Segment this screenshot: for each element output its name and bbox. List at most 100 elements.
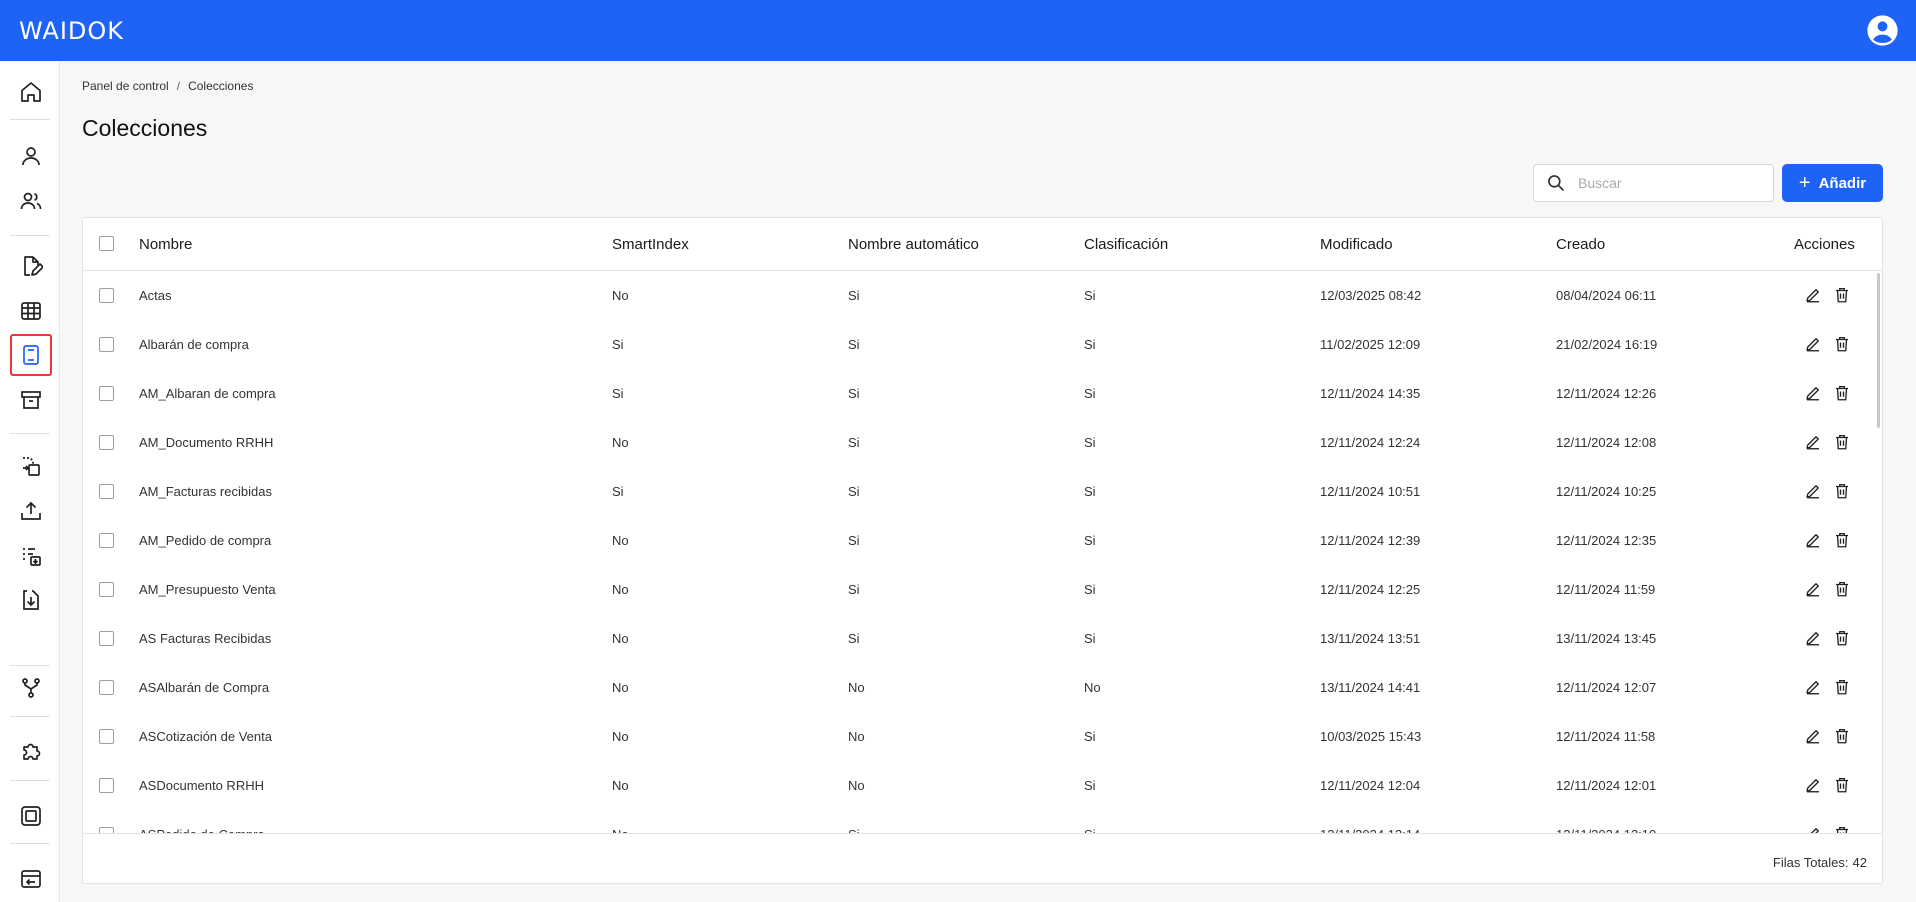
- delete-icon[interactable]: [1833, 433, 1851, 451]
- sidebar-item-collections[interactable]: [10, 334, 52, 376]
- edit-icon[interactable]: [1804, 580, 1822, 598]
- edit-icon[interactable]: [1804, 384, 1822, 402]
- sidebar-item-documents[interactable]: [10, 245, 52, 287]
- table-row[interactable]: AM_Pedido de compra No Si Si 12/11/2024 12:3…: [83, 516, 1882, 565]
- cell-modificado: 12/11/2024 12:04: [1320, 778, 1421, 793]
- edit-icon[interactable]: [1804, 286, 1822, 304]
- app-logo[interactable]: WAIDOK: [19, 17, 124, 45]
- edit-icon[interactable]: [1804, 727, 1822, 745]
- sidebar-item-workflow[interactable]: [10, 667, 52, 709]
- logout-panel-icon: [21, 870, 41, 888]
- edit-icon[interactable]: [1804, 531, 1822, 549]
- sidebar-item-home[interactable]: [10, 71, 52, 113]
- top-bar: WAIDOK: [0, 0, 1916, 61]
- cell-clasificacion: Si: [1084, 778, 1096, 793]
- edit-icon[interactable]: [1804, 433, 1822, 451]
- sidebar-item-exit-panel[interactable]: [10, 858, 52, 900]
- search-icon: [1548, 175, 1565, 192]
- row-checkbox[interactable]: [99, 484, 114, 499]
- total-rows-label: Filas Totales:: [1772, 855, 1849, 870]
- delete-icon[interactable]: [1833, 286, 1851, 304]
- home-icon: [21, 82, 41, 102]
- table-row[interactable]: ASDocumento RRHH No No Si 12/11/2024 12:04 12…: [83, 761, 1882, 810]
- table-row[interactable]: ASCotización de Venta No No Si 10/03/2025 15…: [83, 712, 1882, 761]
- cell-nombre: Albarán de compra: [139, 337, 249, 352]
- cell-nombre-auto: Si: [848, 435, 860, 450]
- row-checkbox[interactable]: [99, 582, 114, 597]
- sidebar-item-users[interactable]: [10, 180, 52, 222]
- column-header-creado[interactable]: Creado: [1556, 236, 1605, 253]
- delete-icon[interactable]: [1833, 825, 1851, 833]
- table-row[interactable]: Albarán de compra Si Si Si 11/02/2025 12:09 2…: [83, 320, 1882, 369]
- cell-clasificacion: Si: [1084, 337, 1096, 352]
- edit-icon[interactable]: [1804, 776, 1822, 794]
- cell-creado: 21/02/2024 16:19: [1556, 337, 1658, 352]
- edit-icon[interactable]: [1804, 629, 1822, 647]
- sidebar-item-download[interactable]: [10, 579, 52, 621]
- delete-icon[interactable]: [1833, 629, 1851, 647]
- cell-clasificacion: Si: [1084, 386, 1096, 401]
- sidebar-item-plugins[interactable]: [10, 730, 52, 772]
- collection-book-icon: [23, 345, 39, 365]
- delete-icon[interactable]: [1833, 580, 1851, 598]
- edit-icon[interactable]: [1804, 335, 1822, 353]
- edit-icon[interactable]: [1804, 825, 1822, 833]
- edit-icon[interactable]: [1804, 482, 1822, 500]
- sidebar: [0, 61, 60, 902]
- table-row[interactable]: AM_Documento RRHH No Si Si 12/11/2024 12:24 1…: [83, 418, 1882, 467]
- search-box[interactable]: [1533, 164, 1774, 202]
- sidebar-item-user[interactable]: [10, 135, 52, 177]
- delete-icon[interactable]: [1833, 531, 1851, 549]
- table-row[interactable]: Actas No Si Si 12/03/2025 08:42 08/04/2024 06…: [83, 271, 1882, 320]
- delete-icon[interactable]: [1833, 727, 1851, 745]
- sidebar-item-upload[interactable]: [10, 490, 52, 532]
- row-checkbox[interactable]: [99, 680, 114, 695]
- cell-clasificacion: Si: [1084, 435, 1096, 450]
- row-checkbox[interactable]: [99, 533, 114, 548]
- cell-modificado: 11/02/2025 12:09: [1320, 337, 1421, 352]
- row-checkbox[interactable]: [99, 631, 114, 646]
- table-row[interactable]: AS Facturas Recibidas No Si Si 13/11/2024 13…: [83, 614, 1882, 663]
- table-scrollbar[interactable]: [1877, 273, 1880, 428]
- table-row[interactable]: AM_Albaran de compra Si Si Si 12/11/2024 14:…: [83, 369, 1882, 418]
- table-row[interactable]: AM_Facturas recibidas Si Si Si 12/11/2024 10…: [83, 467, 1882, 516]
- delete-icon[interactable]: [1833, 678, 1851, 696]
- delete-icon[interactable]: [1833, 776, 1851, 794]
- table-icon: [21, 302, 41, 320]
- sidebar-item-gallery[interactable]: [10, 795, 52, 837]
- cell-modificado: 12/11/2024 10:51: [1320, 484, 1421, 499]
- row-checkbox[interactable]: [99, 288, 114, 303]
- column-header-nombre-automatico[interactable]: Nombre automático: [848, 236, 979, 253]
- column-header-modificado[interactable]: Modificado: [1320, 236, 1393, 253]
- row-checkbox[interactable]: [99, 435, 114, 450]
- cell-nombre: AM_Pedido de compra: [139, 533, 272, 548]
- cell-nombre-auto: Si: [848, 533, 860, 548]
- breadcrumb-home-link[interactable]: Panel de control: [82, 79, 169, 93]
- sidebar-item-archive[interactable]: [10, 379, 52, 421]
- row-checkbox[interactable]: [99, 337, 114, 352]
- sidebar-item-tables[interactable]: [10, 290, 52, 332]
- delete-icon[interactable]: [1833, 482, 1851, 500]
- delete-icon[interactable]: [1833, 384, 1851, 402]
- cell-smartindex: Si: [612, 337, 624, 352]
- select-all-checkbox[interactable]: [99, 236, 114, 251]
- add-button[interactable]: + Añadir: [1782, 164, 1883, 202]
- table-row[interactable]: ASAlbarán de Compra No No No 13/11/2024 14:4…: [83, 663, 1882, 712]
- table-row[interactable]: ASPedido de CompraNoSiSi12/11/2024 12:14…: [83, 810, 1882, 833]
- search-input[interactable]: [1578, 175, 1758, 191]
- column-header-clasificacion[interactable]: Clasificación: [1084, 236, 1168, 253]
- column-header-nombre[interactable]: Nombre: [139, 236, 192, 253]
- delete-icon[interactable]: [1833, 335, 1851, 353]
- sidebar-item-list-export[interactable]: [10, 535, 52, 577]
- sidebar-item-transfer[interactable]: [10, 445, 52, 487]
- table-row[interactable]: AM_Presupuesto Venta No Si Si 12/11/2024 12:…: [83, 565, 1882, 614]
- workflow-icon: [22, 678, 40, 698]
- row-checkbox[interactable]: [99, 778, 114, 793]
- total-rows-value: 42: [1852, 855, 1867, 870]
- cell-nombre: AM_Documento RRHH: [139, 435, 274, 450]
- account-icon[interactable]: [1866, 14, 1899, 47]
- row-checkbox[interactable]: [99, 729, 114, 744]
- column-header-smartindex[interactable]: SmartIndex: [612, 236, 689, 253]
- row-checkbox[interactable]: [99, 386, 114, 401]
- edit-icon[interactable]: [1804, 678, 1822, 696]
